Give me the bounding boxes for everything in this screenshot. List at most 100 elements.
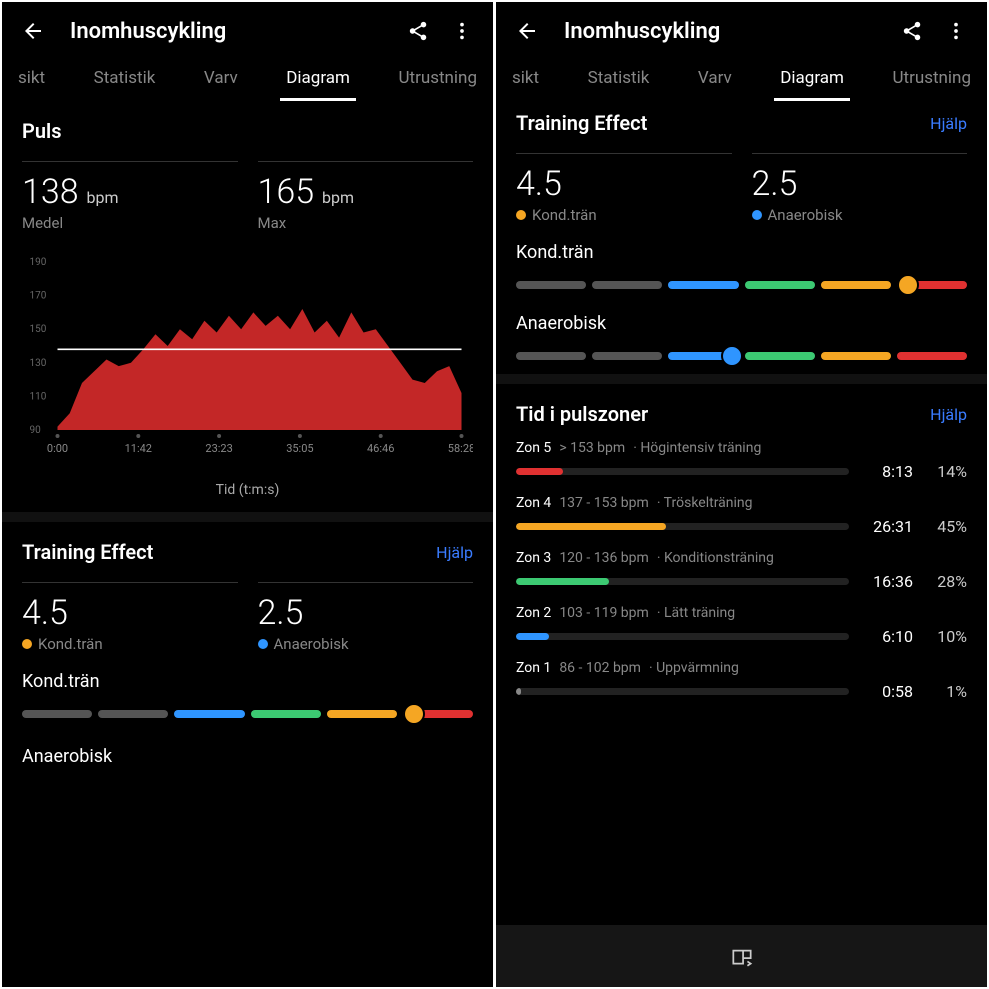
te-anaerobic-label-r: Anaerobisk [768,206,843,224]
zone-row-4: Zon 1 86 - 102 bpm · Uppvärmning 0:58 1% [516,660,967,701]
zone-row-0: Zon 5 > 153 bpm · Högintensiv träning 8:… [516,440,967,481]
svg-text:150: 150 [30,324,47,335]
te-aerobic-r: 4.5 Kond.trän [516,153,732,224]
zone-desc: · Uppvärmning [649,660,739,676]
tab-varv[interactable]: Varv [692,62,738,101]
svg-text:130: 130 [30,358,47,369]
zones-title: Tid i pulszoner [516,402,648,426]
zone-bar [516,688,849,695]
tab-diagram[interactable]: Diagram [280,62,356,101]
zone-name: Zon 3 [516,550,551,566]
te-title-r: Training Effect [516,111,647,135]
training-effect-section-left: Training Effect Hjälp 4.5 Kond.trän 2.5 … [2,522,493,781]
zone-row-1: Zon 4 137 - 153 bpm · Tröskelträning 26:… [516,495,967,536]
zone-pct: 28% [923,572,967,591]
svg-text:46:46: 46:46 [367,442,394,455]
svg-text:0:00: 0:00 [47,442,68,455]
te-aerobic-value: 4.5 [22,593,68,633]
dot-aerobic-icon [22,639,32,649]
dot-anaerobic-icon [752,210,762,220]
app-header: Inomhuscykling [2,2,493,56]
te-aerobic-value-r: 4.5 [516,164,562,204]
te-aerobic-label-r: Kond.trän [532,206,597,224]
puls-max-label: Max [258,214,474,232]
page-title-r: Inomhuscykling [564,19,881,44]
puls-avg-value: 138 [22,172,79,212]
screen-left: Inomhuscykling sikt Statistik Varv Diagr… [2,2,493,987]
bottom-bar [496,925,987,987]
back-icon[interactable] [20,18,46,44]
te-help-link[interactable]: Hjälp [436,543,473,562]
tab-statistik[interactable]: Statistik [582,62,656,101]
rotate-screen-icon[interactable] [729,943,755,969]
te-anaerobic-value: 2.5 [258,593,304,633]
share-icon[interactable] [899,18,925,44]
zone-pct: 10% [923,627,967,646]
gauge-anaerobic-label-r: Anaerobisk [516,313,967,334]
gauge-anaerobic-label-left: Anaerobisk [22,746,473,767]
puls-section: Puls 138 bpm Medel 165 bpm Max 901101301… [2,101,493,522]
puls-avg-unit: bpm [87,188,119,207]
tab-bar-r: sikt Statistik Varv Diagram Utrustning [496,56,987,101]
zone-row-3: Zon 2 103 - 119 bpm · Lätt träning 6:10 … [516,605,967,646]
svg-text:110: 110 [30,391,47,402]
puls-avg: 138 bpm Medel [22,161,238,232]
svg-text:170: 170 [30,291,47,302]
tab-utrustning[interactable]: Utrustning [886,62,977,101]
zone-bar [516,468,849,475]
tab-oversikt[interactable]: sikt [506,62,545,101]
puls-chart[interactable]: 901101301501701900:0011:4223:2335:0546:4… [22,256,473,470]
te-anaerobic-label: Anaerobisk [274,635,349,653]
zones-section: Tid i pulszoner Hjälp Zon 5 > 153 bpm · … [496,384,987,715]
puls-title: Puls [22,119,473,143]
zone-pct: 14% [923,462,967,481]
zone-pct: 45% [923,517,967,536]
zone-range: 120 - 136 bpm [559,550,649,566]
tab-utrustning[interactable]: Utrustning [392,62,483,101]
te-aerobic: 4.5 Kond.trän [22,582,238,653]
puls-avg-label: Medel [22,214,238,232]
more-icon[interactable] [449,18,475,44]
zone-desc: · Konditionsträning [657,550,774,566]
zone-bar [516,633,849,640]
share-icon[interactable] [405,18,431,44]
te-anaerobic: 2.5 Anaerobisk [258,582,474,653]
zone-range: 86 - 102 bpm [559,660,641,676]
tab-statistik[interactable]: Statistik [88,62,162,101]
zone-range: 137 - 153 bpm [559,495,649,511]
zone-bar [516,523,849,530]
puls-stats: 138 bpm Medel 165 bpm Max [22,161,473,232]
zone-bar [516,578,849,585]
zone-time: 8:13 [859,462,913,481]
puls-xlabel: Tid (t:m:s) [22,482,473,498]
zone-desc: · Lätt träning [657,605,735,621]
zone-range: 103 - 119 bpm [559,605,649,621]
tab-bar: sikt Statistik Varv Diagram Utrustning [2,56,493,101]
gauge-aerobic-label-r: Kond.trän [516,242,967,263]
app-header-r: Inomhuscykling [496,2,987,56]
zone-row-2: Zon 3 120 - 136 bpm · Konditionsträning … [516,550,967,591]
zone-time: 6:10 [859,627,913,646]
tab-diagram[interactable]: Diagram [774,62,850,101]
dot-aerobic-icon [516,210,526,220]
te-help-link-r[interactable]: Hjälp [930,114,967,133]
page-title: Inomhuscykling [70,19,387,44]
tab-varv[interactable]: Varv [198,62,244,101]
training-effect-section-right: Training Effect Hjälp 4.5 Kond.trän 2.5 … [496,101,987,384]
zone-desc: · Högintensiv träning [633,440,761,456]
gauge-aerobic-label-left: Kond.trän [22,671,473,692]
dot-anaerobic-icon [258,639,268,649]
te-title: Training Effect [22,540,153,564]
te-aerobic-label: Kond.trän [38,635,103,653]
tab-oversikt[interactable]: sikt [12,62,51,101]
svg-text:58:28: 58:28 [448,442,473,455]
svg-text:35:05: 35:05 [286,442,313,455]
zone-name: Zon 4 [516,495,551,511]
back-icon[interactable] [514,18,540,44]
zone-name: Zon 2 [516,605,551,621]
more-icon[interactable] [943,18,969,44]
svg-text:11:42: 11:42 [125,442,152,455]
gauge-aerobic-r [516,281,967,289]
zones-help-link[interactable]: Hjälp [930,405,967,424]
puls-max-value: 165 [258,172,315,212]
